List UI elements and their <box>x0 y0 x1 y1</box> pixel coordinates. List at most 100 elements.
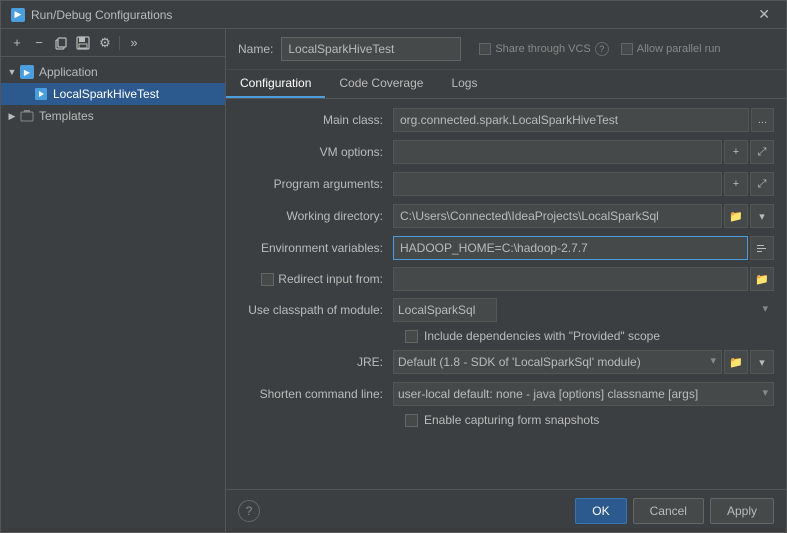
toolbar-separator <box>119 36 120 50</box>
working-dir-input[interactable] <box>393 204 722 228</box>
env-vars-field-group <box>393 236 774 260</box>
save-config-button[interactable] <box>73 33 93 53</box>
redirect-input[interactable] <box>393 267 748 291</box>
jre-row: JRE: Default (1.8 - SDK of 'LocalSparkSq… <box>238 349 774 375</box>
run-config-icon <box>33 86 49 102</box>
allow-parallel-checkbox[interactable] <box>621 43 633 55</box>
env-vars-label: Environment variables: <box>238 241 393 255</box>
redirect-field-group: 📁 <box>393 267 774 291</box>
env-vars-input[interactable] <box>393 236 748 260</box>
shorten-cmd-select[interactable]: user-local default: none - java [options… <box>393 382 774 406</box>
share-vcs-checkbox[interactable] <box>479 43 491 55</box>
working-dir-folder-button[interactable]: 📁 <box>724 204 748 228</box>
share-through-vcs-option: Share through VCS ? <box>479 42 608 56</box>
share-vcs-label: Share through VCS <box>495 43 590 55</box>
program-args-label: Program arguments: <box>238 177 393 191</box>
left-toolbar: + − ⚙ » <box>1 29 225 57</box>
tree-expand-templates[interactable]: ▶ <box>5 109 19 123</box>
classpath-row: Use classpath of module: LocalSparkSql <box>238 297 774 323</box>
jre-select-wrapper: Default (1.8 - SDK of 'LocalSparkSql' mo… <box>393 350 722 374</box>
run-debug-dialog: ▶ Run/Debug Configurations ✕ + − ⚙ » <box>0 0 787 533</box>
enable-snapshots-row: Enable capturing form snapshots <box>238 413 774 427</box>
templates-label: Templates <box>39 109 94 123</box>
add-config-button[interactable]: + <box>7 33 27 53</box>
main-content: + − ⚙ » ▼ ▶ Applicatio <box>1 29 786 532</box>
remove-config-button[interactable]: − <box>29 33 49 53</box>
vm-options-field-group: + ⤢ <box>393 140 774 164</box>
redirect-label: Redirect input from: <box>278 272 383 286</box>
include-deps-label[interactable]: Include dependencies with "Provided" sco… <box>405 329 660 343</box>
settings-button[interactable]: ⚙ <box>95 33 115 53</box>
application-icon: ▶ <box>19 64 35 80</box>
working-dir-label: Working directory: <box>238 209 393 223</box>
tree-node-application[interactable]: ▼ ▶ Application <box>1 61 225 83</box>
tabs-bar: Configuration Code Coverage Logs <box>226 70 786 99</box>
redirect-row: Redirect input from: 📁 <box>238 267 774 291</box>
shorten-cmd-label: Shorten command line: <box>238 387 393 401</box>
left-panel: + − ⚙ » ▼ ▶ Applicatio <box>1 29 226 532</box>
include-deps-checkbox[interactable] <box>405 330 418 343</box>
right-panel: Name: Share through VCS ? Allow parallel… <box>226 29 786 532</box>
shorten-cmd-select-wrapper: user-local default: none - java [options… <box>393 382 774 406</box>
enable-snapshots-label[interactable]: Enable capturing form snapshots <box>405 413 599 427</box>
close-button[interactable]: ✕ <box>752 4 776 25</box>
copy-config-button[interactable] <box>51 33 71 53</box>
classpath-select[interactable]: LocalSparkSql <box>393 298 497 322</box>
main-class-input[interactable] <box>393 108 749 132</box>
main-class-row: Main class: ... <box>238 107 774 133</box>
env-vars-edit-button[interactable] <box>750 236 774 260</box>
redirect-label-area: Redirect input from: <box>238 272 393 286</box>
main-class-field-group: ... <box>393 108 774 132</box>
main-class-label: Main class: <box>238 113 393 127</box>
allow-parallel-label: Allow parallel run <box>637 43 721 55</box>
bottom-bar: ? OK Cancel Apply <box>226 489 786 532</box>
tab-logs[interactable]: Logs <box>437 70 491 98</box>
tree-expand-application[interactable]: ▼ <box>5 65 19 79</box>
shorten-cmd-row: Shorten command line: user-local default… <box>238 381 774 407</box>
working-dir-dropdown-button[interactable]: ▾ <box>750 204 774 228</box>
dialog-icon: ▶ <box>11 8 25 22</box>
apply-button[interactable]: Apply <box>710 498 774 524</box>
tree-node-templates[interactable]: ▶ Templates <box>1 105 225 127</box>
redirect-browse-button[interactable]: 📁 <box>750 267 774 291</box>
more-button[interactable]: » <box>124 33 144 53</box>
vm-options-expand-button[interactable]: + <box>724 140 748 164</box>
jre-folder-button[interactable]: 📁 <box>724 350 748 374</box>
redirect-checkbox[interactable] <box>261 273 274 286</box>
templates-icon <box>19 108 35 124</box>
main-class-browse-button[interactable]: ... <box>751 108 774 132</box>
env-vars-row: Environment variables: <box>238 235 774 261</box>
configuration-form: Main class: ... VM options: + ⤢ <box>226 99 786 489</box>
config-tree: ▼ ▶ Application ▶ LocalSparkHiv <box>1 57 225 532</box>
program-args-field-group: + ⤢ <box>393 172 774 196</box>
share-options: Share through VCS ? Allow parallel run <box>479 42 720 56</box>
name-label: Name: <box>238 42 273 56</box>
name-input[interactable] <box>281 37 461 61</box>
program-args-row: Program arguments: + ⤢ <box>238 171 774 197</box>
include-deps-row: Include dependencies with "Provided" sco… <box>238 329 774 343</box>
jre-label: JRE: <box>238 355 393 369</box>
allow-parallel-option: Allow parallel run <box>621 43 721 55</box>
vm-options-fullscreen-button[interactable]: ⤢ <box>750 140 774 164</box>
help-button[interactable]: ? <box>238 500 260 522</box>
tree-node-local-spark-hive-test[interactable]: ▶ LocalSparkHiveTest <box>1 83 225 105</box>
jre-dropdown-button[interactable]: ▾ <box>750 350 774 374</box>
program-args-expand-button[interactable]: + <box>724 172 748 196</box>
classpath-select-wrapper: LocalSparkSql <box>393 298 774 322</box>
jre-select[interactable]: Default (1.8 - SDK of 'LocalSparkSql' mo… <box>393 350 722 374</box>
program-args-fullscreen-button[interactable]: ⤢ <box>750 172 774 196</box>
ok-button[interactable]: OK <box>575 498 626 524</box>
title-bar-left: ▶ Run/Debug Configurations <box>11 8 172 22</box>
vm-options-input[interactable] <box>393 140 722 164</box>
enable-snapshots-checkbox[interactable] <box>405 414 418 427</box>
working-dir-row: Working directory: 📁 ▾ <box>238 203 774 229</box>
classpath-label: Use classpath of module: <box>238 303 393 317</box>
vm-options-label: VM options: <box>238 145 393 159</box>
share-vcs-help-icon[interactable]: ? <box>595 42 609 56</box>
tab-configuration[interactable]: Configuration <box>226 70 325 98</box>
cancel-button[interactable]: Cancel <box>633 498 704 524</box>
jre-field-group: Default (1.8 - SDK of 'LocalSparkSql' mo… <box>393 350 774 374</box>
program-args-input[interactable] <box>393 172 722 196</box>
working-dir-field-group: 📁 ▾ <box>393 204 774 228</box>
tab-code-coverage[interactable]: Code Coverage <box>325 70 437 98</box>
